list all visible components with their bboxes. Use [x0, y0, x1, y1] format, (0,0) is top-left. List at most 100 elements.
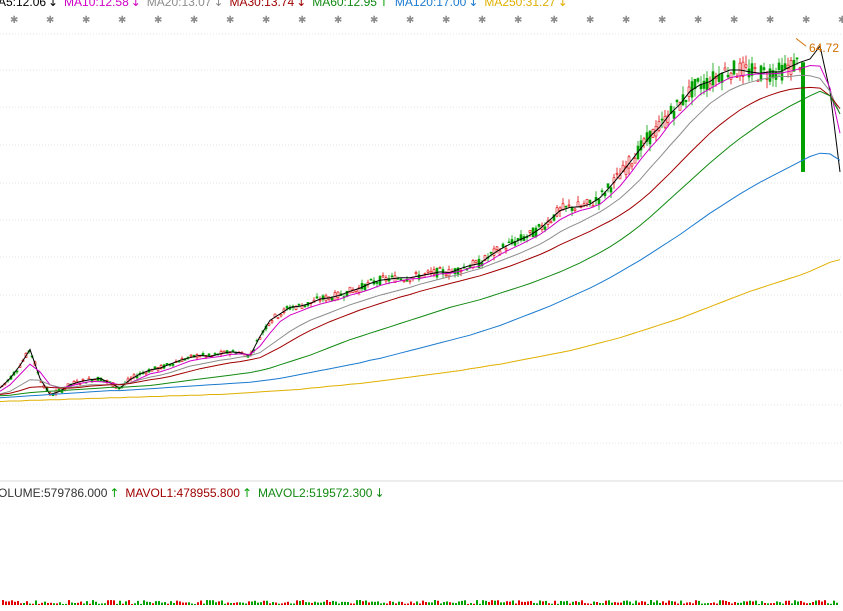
volume-bar — [659, 602, 661, 605]
mavol1-arrow-icon: ↑ — [242, 486, 252, 500]
volume-header: OLUME:579786.000 ↑ MAVOL1:478955.800 ↑ MAVOL… — [0, 486, 385, 500]
volume-bar — [26, 601, 28, 605]
volume-bar — [137, 600, 139, 605]
volume-bar — [197, 602, 199, 605]
volume-bar — [755, 600, 757, 605]
ma10-line — [0, 64, 841, 392]
volume-bar — [422, 600, 424, 605]
candle-body — [51, 394, 55, 397]
volume-bar — [260, 602, 262, 605]
volume-bar — [830, 603, 832, 605]
volume-bar — [155, 601, 157, 605]
candle-body — [285, 306, 289, 309]
volume-bar — [206, 600, 208, 605]
volume-bar — [635, 600, 637, 605]
volume-bar — [419, 603, 421, 605]
volume-bar — [41, 602, 43, 605]
volume-bar — [617, 602, 619, 605]
volume-bar — [170, 601, 172, 605]
volume-bar — [269, 603, 271, 605]
candle-body — [471, 260, 475, 268]
volume-bar — [452, 602, 454, 605]
volume-bar — [503, 602, 505, 605]
volume-bar — [818, 600, 820, 605]
candle-body — [801, 62, 805, 172]
stock-chart: ✱ ✱ ✱ ✱ ✱ ✱ ✱ ✱ ✱ ✱ ✱ ✱ ✱ ✱ ✱ ✱ ✱ ✱ ✱ ✱ ✱ ✱ ✱ ✱ 64.72 A5:12.06 ↓… — [0, 0, 843, 611]
volume-bar — [35, 600, 37, 605]
candle-body — [93, 379, 97, 382]
volume-bar — [746, 601, 748, 605]
volume-bar — [107, 600, 109, 605]
axis-marker: ✱ — [226, 15, 234, 26]
volume-bar — [68, 600, 70, 605]
volume-bar — [701, 603, 703, 605]
volume-bar — [629, 601, 631, 605]
volume-bar — [434, 600, 436, 605]
volume-bar — [356, 600, 358, 605]
volume-bar — [5, 601, 7, 605]
axis-marker: ✱ — [478, 15, 486, 26]
volume-bar — [146, 601, 148, 605]
candle-body — [576, 201, 580, 208]
volume-bar — [581, 600, 583, 605]
candle-body — [549, 221, 553, 224]
volume-bar — [395, 603, 397, 605]
candle-body — [297, 303, 301, 306]
volume-bar — [83, 603, 85, 605]
axis-marker: ✱ — [442, 15, 450, 26]
volume-bar — [599, 602, 601, 605]
axis-marker: ✱ — [694, 15, 702, 26]
volume-bar — [101, 603, 103, 605]
volume-bar — [53, 603, 55, 605]
volume-bar — [605, 600, 607, 605]
ma20-label: MA20:13.07 — [147, 0, 212, 9]
volume-bar — [86, 601, 88, 605]
volume-bar — [770, 603, 772, 605]
candle-body — [684, 99, 688, 103]
ma30-arrow-icon: ↓ — [296, 0, 306, 9]
volume-bar — [341, 601, 343, 605]
volume-bar — [713, 602, 715, 605]
volume-bar — [482, 600, 484, 605]
volume-bar — [464, 600, 466, 605]
candle-body — [276, 317, 280, 319]
volume-bar — [548, 603, 550, 605]
volume-bar — [704, 603, 706, 605]
volume-bar — [104, 603, 106, 605]
volume-bar — [572, 601, 574, 605]
volume-bar — [725, 600, 727, 605]
volume-bar — [425, 602, 427, 605]
volume-bar — [209, 600, 211, 605]
volume-bar — [392, 601, 394, 605]
candle-body — [705, 77, 709, 91]
volume-bar — [638, 602, 640, 605]
ma120-label: MA120:17.00 — [395, 0, 467, 9]
volume-bar — [218, 601, 220, 605]
volume-bar — [743, 601, 745, 605]
volume-bar — [347, 602, 349, 605]
candle-body — [474, 260, 478, 264]
volume-bar — [29, 603, 31, 605]
volume-bar — [752, 601, 754, 605]
candle-body — [528, 230, 532, 233]
candle-body — [270, 320, 274, 323]
volume-bar — [596, 602, 598, 605]
volume-bar — [329, 601, 331, 605]
volume-bar — [794, 600, 796, 605]
volume-bar — [554, 600, 556, 605]
candle-body — [348, 286, 352, 294]
candle-body — [399, 278, 403, 281]
volume-bar — [320, 602, 322, 605]
volume-bar — [377, 601, 379, 605]
volume-bar — [2, 600, 4, 605]
volume-bar — [113, 600, 115, 605]
ma250-line — [0, 259, 841, 403]
axis-marker: ✱ — [406, 15, 414, 26]
volume-bar — [248, 601, 250, 605]
volume-bar — [524, 601, 526, 605]
axis-marker: ✱ — [118, 15, 126, 26]
volume-bar — [182, 602, 184, 605]
volume-bar — [14, 601, 16, 605]
volume-bar — [827, 603, 829, 605]
axis-marker: ✱ — [514, 15, 522, 26]
